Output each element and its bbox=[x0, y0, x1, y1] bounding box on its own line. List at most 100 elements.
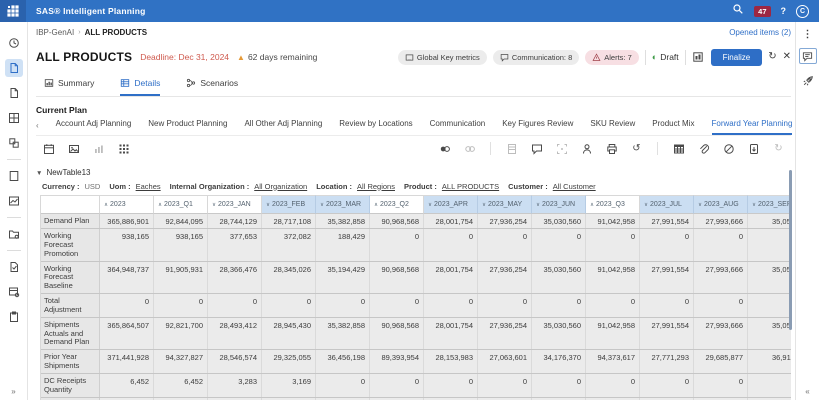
app-launcher-icon[interactable] bbox=[0, 0, 26, 22]
sidebar-item-document[interactable] bbox=[5, 84, 23, 102]
grid-cell[interactable]: 0 bbox=[640, 229, 694, 261]
subtab-product-mix[interactable]: Product Mix bbox=[652, 115, 694, 135]
grid-cell[interactable]: 35,057, bbox=[748, 318, 791, 350]
vertical-scrollbar[interactable] bbox=[789, 170, 792, 330]
column-header-2023_q3[interactable]: ∧2023_Q3 bbox=[586, 195, 640, 214]
sidebar-item-clipboard[interactable] bbox=[5, 308, 23, 326]
calculator-icon[interactable] bbox=[505, 142, 518, 155]
refresh-header-icon[interactable]: ↻ bbox=[768, 52, 776, 62]
grid-cell[interactable]: 0 bbox=[424, 374, 478, 397]
grid-cell[interactable]: 27,991,554 bbox=[640, 318, 694, 350]
grid-cell[interactable]: 0 bbox=[370, 294, 424, 317]
column-header-2023_aug[interactable]: ∨2023_AUG bbox=[694, 195, 748, 214]
grid-cell[interactable]: 6,452 bbox=[100, 374, 154, 397]
global-key-metrics-button[interactable]: Global Key metrics bbox=[398, 50, 487, 65]
grid-cell[interactable]: 28,717,108 bbox=[262, 214, 316, 228]
grid-cell[interactable]: 377,653 bbox=[208, 229, 262, 261]
grid-cell[interactable]: 3,283 bbox=[208, 374, 262, 397]
grid-cell[interactable]: 0 bbox=[640, 294, 694, 317]
grid-cell[interactable]: 0 bbox=[424, 294, 478, 317]
subtabs-scroll-left-icon[interactable]: ‹ bbox=[36, 121, 39, 130]
kebab-menu-icon[interactable]: ⋮ bbox=[803, 30, 813, 40]
sidebar-item-table-settings[interactable] bbox=[5, 283, 23, 301]
grid-cell[interactable]: 0 bbox=[532, 294, 586, 317]
grid-cell[interactable]: 94,327,827 bbox=[154, 350, 208, 373]
table-name[interactable]: NewTable13 bbox=[46, 168, 90, 177]
grid-cell[interactable]: 0 bbox=[694, 374, 748, 397]
grid-cell[interactable]: 27,993,666 bbox=[694, 318, 748, 350]
grid-cell[interactable]: 28,001,754 bbox=[424, 214, 478, 228]
grid-cell[interactable]: 27,991,554 bbox=[640, 214, 694, 228]
refresh-icon[interactable]: ↻ bbox=[772, 142, 785, 155]
undo-icon[interactable]: ↺ bbox=[630, 142, 643, 155]
grid-cell[interactable]: 29,325,055 bbox=[262, 350, 316, 373]
grid-cell[interactable]: 364,948,737 bbox=[100, 262, 154, 294]
filter-value[interactable]: All Organization bbox=[254, 182, 307, 191]
grid-cell[interactable]: 0 bbox=[586, 374, 640, 397]
grid-cell[interactable]: 28,345,026 bbox=[262, 262, 316, 294]
grid-cell[interactable]: 0 bbox=[478, 294, 532, 317]
column-header-2023_feb[interactable]: ∨2023_FEB bbox=[262, 195, 316, 214]
grid-cell[interactable]: 90,968,568 bbox=[370, 214, 424, 228]
tab-summary[interactable]: Summary bbox=[44, 78, 94, 96]
communication-button[interactable]: Communication: 8 bbox=[493, 50, 579, 65]
grid-cell[interactable]: 188,429 bbox=[316, 229, 370, 261]
grid-cell[interactable]: 27,936,254 bbox=[478, 262, 532, 294]
grid-cell[interactable]: 35,057, bbox=[748, 214, 791, 228]
grid-cell[interactable]: 0 bbox=[586, 229, 640, 261]
breadcrumb-parent[interactable]: IBP-GenAI bbox=[36, 28, 74, 37]
grid-cell[interactable]: 0 bbox=[532, 229, 586, 261]
search-icon[interactable] bbox=[732, 2, 744, 20]
grid-cell[interactable]: 35,030,560 bbox=[532, 214, 586, 228]
grid-cell[interactable]: 0 bbox=[640, 374, 694, 397]
comments-panel-icon[interactable] bbox=[799, 48, 817, 64]
tab-details[interactable]: Details bbox=[120, 78, 160, 96]
grid-cell[interactable]: 6,452 bbox=[154, 374, 208, 397]
grid-cell[interactable]: 372,082 bbox=[262, 229, 316, 261]
sidebar-item-objects[interactable] bbox=[5, 134, 23, 152]
bar-chart-icon[interactable] bbox=[92, 142, 105, 155]
column-header-2023_jul[interactable]: ∨2023_JUL bbox=[640, 195, 694, 214]
grid-cell[interactable]: 0 bbox=[262, 294, 316, 317]
grid-cell[interactable]: 27,936,254 bbox=[478, 214, 532, 228]
expand-selection-icon[interactable] bbox=[555, 142, 568, 155]
grid-cell[interactable]: 92,844,095 bbox=[154, 214, 208, 228]
attachment-icon[interactable] bbox=[697, 142, 710, 155]
grid-cell[interactable]: 91,042,958 bbox=[586, 214, 640, 228]
grid-cell[interactable]: 94,373,617 bbox=[586, 350, 640, 373]
grid-cell[interactable]: 27,771,293 bbox=[640, 350, 694, 373]
filter-value[interactable]: Eaches bbox=[136, 182, 161, 191]
collapse-table-icon[interactable]: ▼ bbox=[36, 170, 42, 177]
subtab-key-figures-review[interactable]: Key Figures Review bbox=[502, 115, 573, 135]
grid-cell[interactable]: 0 bbox=[154, 294, 208, 317]
grid-cell[interactable]: 28,546,574 bbox=[208, 350, 262, 373]
grid-cell[interactable]: 0 bbox=[478, 374, 532, 397]
grid-cell[interactable]: 0 bbox=[694, 229, 748, 261]
grid-cell[interactable]: 3,169 bbox=[262, 374, 316, 397]
image-icon[interactable] bbox=[67, 142, 80, 155]
filter-value[interactable]: All Customer bbox=[553, 182, 596, 191]
alerts-button[interactable]: Alerts: 7 bbox=[585, 50, 639, 65]
grid-cell[interactable]: 29,685,877 bbox=[694, 350, 748, 373]
grid-cell[interactable]: 28,001,754 bbox=[424, 318, 478, 350]
subtab-sku-review[interactable]: SKU Review bbox=[590, 115, 635, 135]
grid-cell[interactable]: 28,744,129 bbox=[208, 214, 262, 228]
grid-cell[interactable]: 27,063,601 bbox=[478, 350, 532, 373]
column-header-2023[interactable]: ∧2023 bbox=[100, 195, 154, 214]
subtab-new-product-planning[interactable]: New Product Planning bbox=[148, 115, 227, 135]
column-header-2023_q2[interactable]: ∧2023_Q2 bbox=[370, 195, 424, 214]
column-header-2023_may[interactable]: ∨2023_MAY bbox=[478, 195, 532, 214]
column-header-2023_jun[interactable]: ∨2023_JUN bbox=[532, 195, 586, 214]
column-header-2023_mar[interactable]: ∨2023_MAR bbox=[316, 195, 370, 214]
grid-cell[interactable]: 365,864,507 bbox=[100, 318, 154, 350]
rocket-icon[interactable] bbox=[799, 72, 817, 90]
table-view-icon[interactable] bbox=[672, 142, 685, 155]
column-header-2023_apr[interactable]: ∨2023_APR bbox=[424, 195, 478, 214]
grid-cell[interactable]: 89,393,954 bbox=[370, 350, 424, 373]
subtab-communication[interactable]: Communication bbox=[430, 115, 486, 135]
grid-cell[interactable]: 0 bbox=[370, 229, 424, 261]
grid-cell[interactable]: 92,821,700 bbox=[154, 318, 208, 350]
grid-cell[interactable]: 27,993,666 bbox=[694, 262, 748, 294]
exclude-icon[interactable] bbox=[722, 142, 735, 155]
column-grid-icon[interactable] bbox=[117, 142, 130, 155]
